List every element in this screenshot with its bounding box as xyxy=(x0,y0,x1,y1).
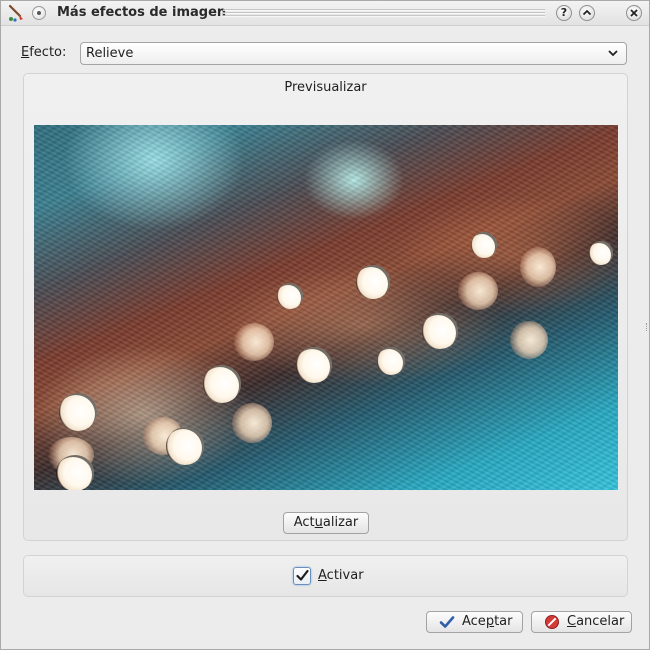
effects-dialog: Más efectos de imagen ? Efecto: Relieve … xyxy=(0,0,650,650)
bokeh-light xyxy=(56,455,94,490)
update-label-a: Act xyxy=(293,515,315,530)
bokeh-light xyxy=(471,232,497,258)
update-button[interactable]: Actualizar xyxy=(283,512,369,534)
activate-checkbox[interactable] xyxy=(293,567,311,585)
accept-label-b: tar xyxy=(494,614,513,629)
preview-group: Previsualizar Actualizar xyxy=(23,73,628,541)
chevron-down-icon xyxy=(608,50,618,57)
checkmark-icon xyxy=(439,616,455,628)
bokeh-light xyxy=(59,393,97,431)
bokeh-light xyxy=(277,283,303,309)
effect-label-accel: E xyxy=(21,45,30,60)
bokeh-light xyxy=(589,241,613,265)
update-label-b: alizar xyxy=(322,515,359,530)
bokeh-light xyxy=(377,347,405,375)
effect-label: Efecto: xyxy=(21,45,66,60)
title-bar[interactable]: Más efectos de imagen ? xyxy=(1,1,649,26)
accept-label-accel: p xyxy=(485,614,495,629)
update-label-accel: u xyxy=(314,515,323,530)
effect-dropdown[interactable]: Relieve xyxy=(80,42,627,65)
accept-label: Aceptar xyxy=(462,614,513,629)
effect-label-text: fecto: xyxy=(29,45,67,60)
activate-group: Activar xyxy=(23,555,628,597)
cancel-icon xyxy=(545,615,559,629)
bokeh-light xyxy=(520,247,556,287)
title-bar-grip xyxy=(223,9,545,18)
emboss-texture xyxy=(34,125,618,490)
cancel-label-text: ancelar xyxy=(576,614,625,629)
activate-label-text: ctivar xyxy=(326,568,364,583)
bokeh-light xyxy=(510,321,548,359)
accept-button[interactable]: Aceptar xyxy=(426,611,523,633)
cancel-button[interactable]: Cancelar xyxy=(531,611,632,633)
bokeh-light xyxy=(296,347,332,383)
help-button[interactable]: ? xyxy=(556,5,572,21)
resize-grip[interactable] xyxy=(646,323,649,331)
activate-label-accel: A xyxy=(318,568,327,583)
bokeh-light xyxy=(203,365,241,403)
bokeh-light xyxy=(232,403,272,443)
close-button[interactable] xyxy=(626,5,642,21)
close-icon xyxy=(630,9,638,17)
bokeh-light xyxy=(356,265,390,299)
activate-label[interactable]: Activar xyxy=(318,568,364,583)
bokeh-light xyxy=(234,323,274,361)
window-title: Más efectos de imagen xyxy=(57,5,227,20)
shade-button[interactable] xyxy=(579,5,595,21)
cancel-label-accel: C xyxy=(567,614,577,629)
preview-title: Previsualizar xyxy=(284,80,367,95)
paintbrush-app-icon xyxy=(8,4,23,22)
cancel-label: Cancelar xyxy=(567,614,624,629)
effect-selected-value: Relieve xyxy=(86,46,134,61)
chevron-up-icon xyxy=(582,9,592,16)
window-menu-button[interactable] xyxy=(32,6,46,20)
bokeh-light xyxy=(166,427,204,465)
bokeh-light xyxy=(458,272,498,310)
check-icon xyxy=(296,569,309,581)
preview-image xyxy=(34,125,618,490)
accept-label-a: Ace xyxy=(462,614,486,629)
bokeh-light xyxy=(422,313,458,349)
